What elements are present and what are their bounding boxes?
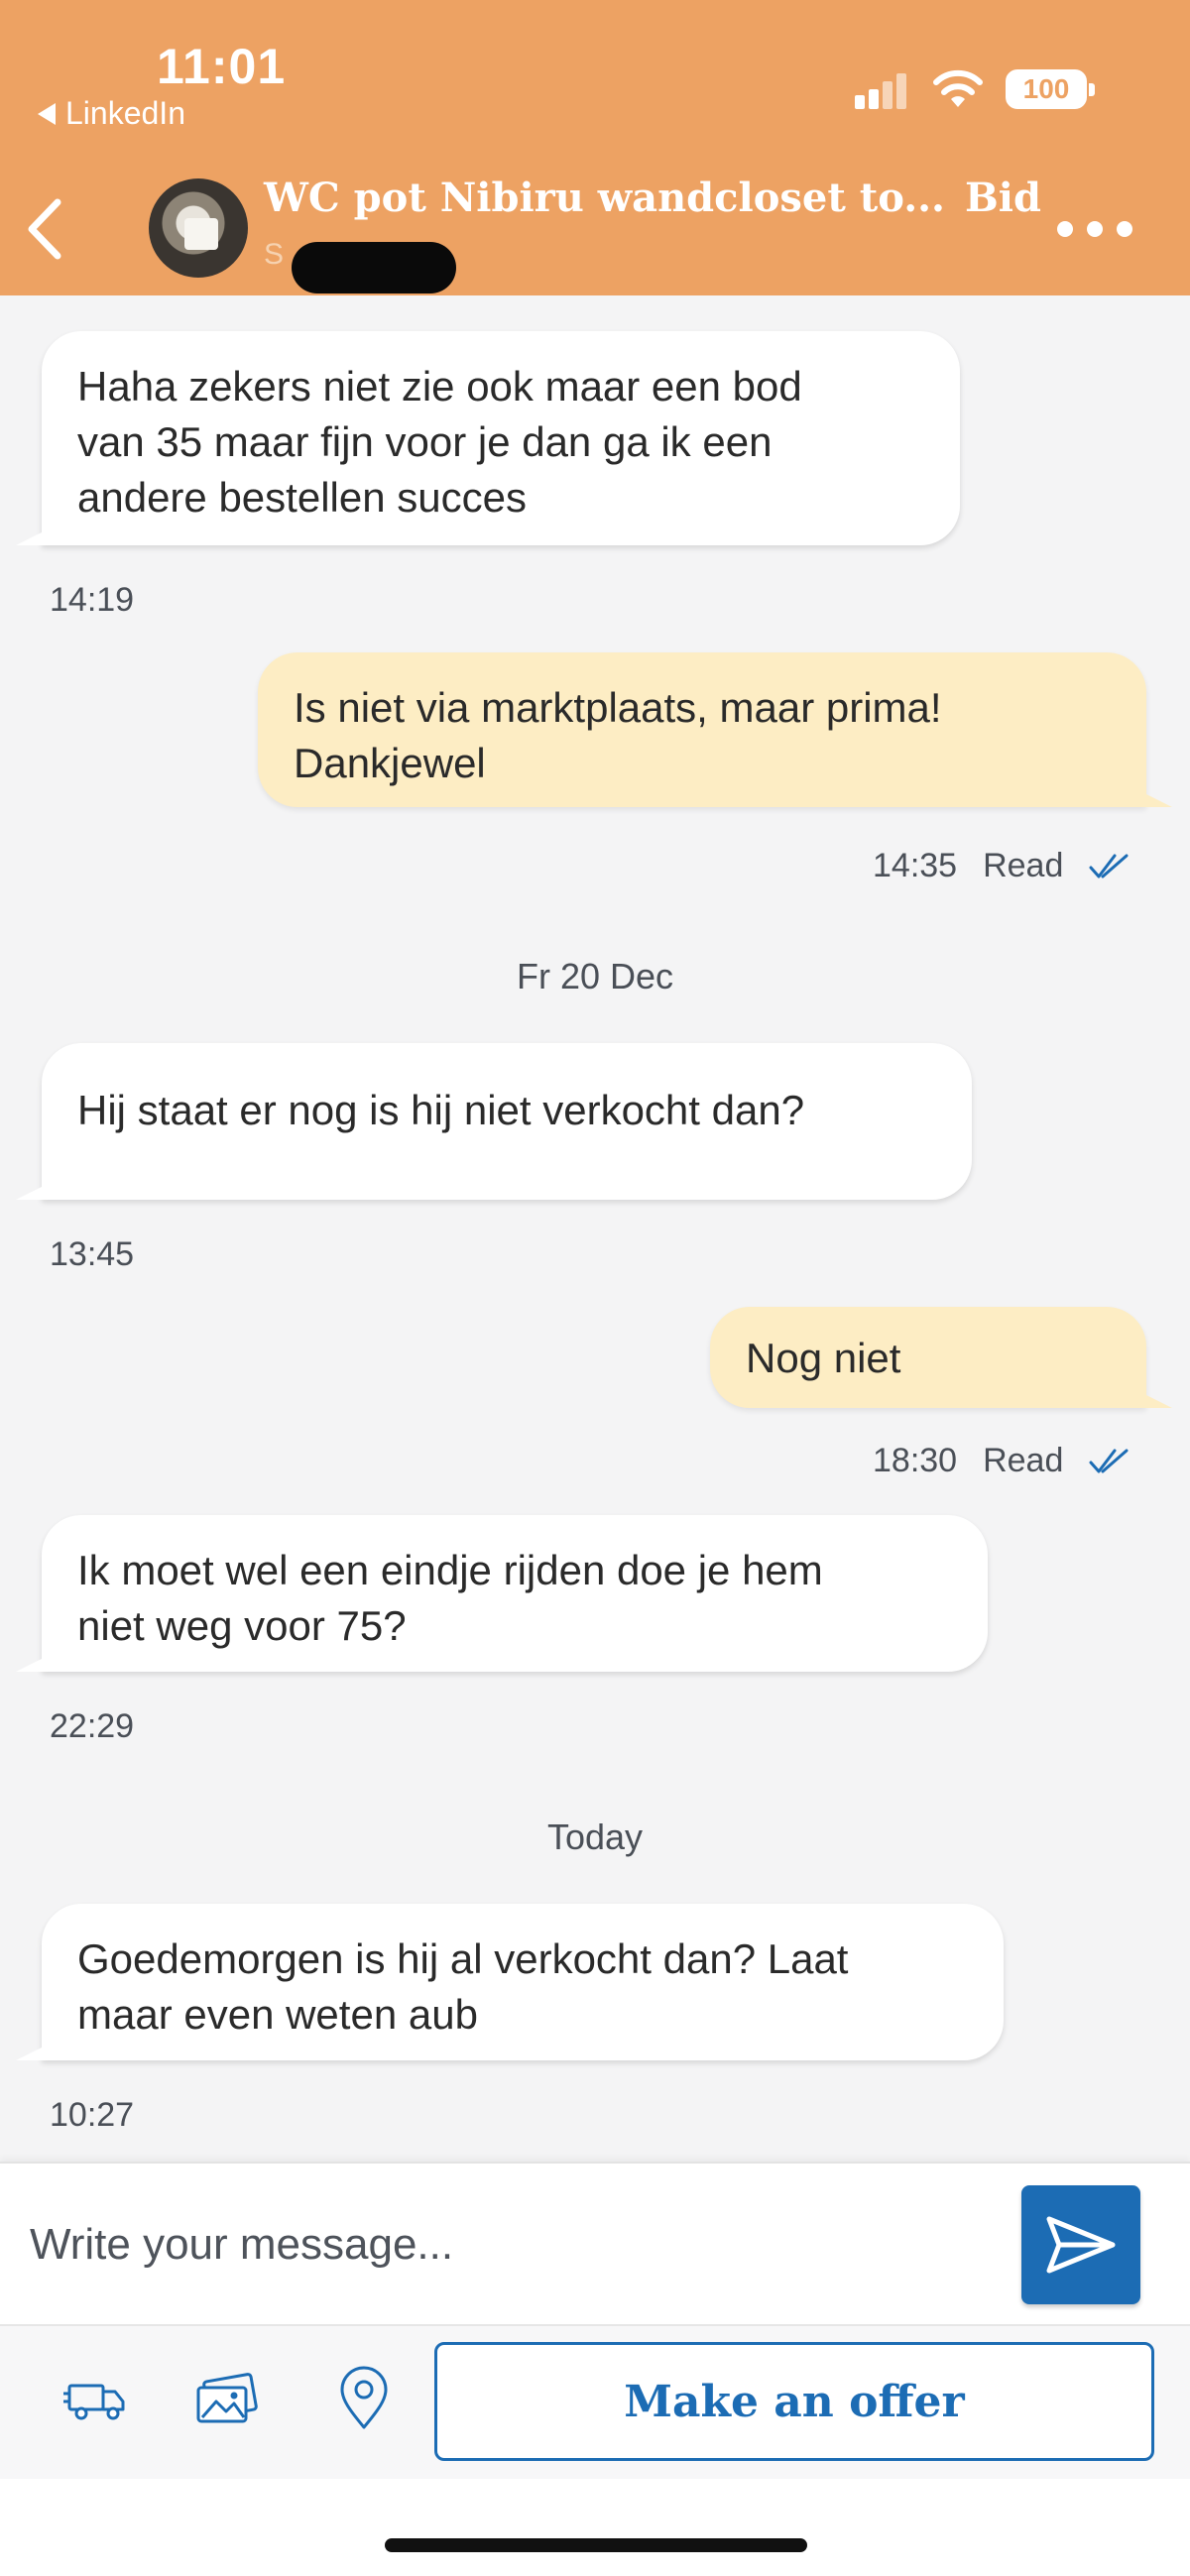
incoming-message[interactable]: Hij staat er nog is hij niet verkocht da… bbox=[42, 1043, 972, 1200]
listing-avatar[interactable] bbox=[149, 178, 248, 278]
date-separator: Today bbox=[546, 1816, 644, 1857]
message-time: 10:27 bbox=[50, 2096, 135, 2134]
read-status: Read bbox=[983, 1442, 1064, 1479]
incoming-message[interactable]: Haha zekers niet zie ook maar een bod va… bbox=[42, 331, 960, 545]
double-check-icon bbox=[1089, 1449, 1129, 1472]
message-meta: 14:35 Read bbox=[873, 847, 1129, 885]
message-list[interactable]: Haha zekers niet zie ook maar een bod va… bbox=[0, 295, 1190, 2162]
home-indicator[interactable] bbox=[385, 2538, 807, 2552]
message-text: Haha zekers niet zie ook maar een bod va… bbox=[77, 363, 802, 521]
image-gallery-icon[interactable] bbox=[192, 2364, 262, 2433]
incoming-message[interactable]: Goedemorgen is hij al verkocht dan? Laat… bbox=[42, 1904, 1004, 2060]
message-time: 18:30 bbox=[873, 1442, 958, 1479]
seller-name: S bbox=[264, 238, 285, 271]
signal-icon bbox=[855, 73, 908, 109]
message-time: 13:45 bbox=[50, 1235, 135, 1273]
message-text: Is niet via marktplaats, maar prima! Dan… bbox=[294, 684, 942, 786]
chat-header: 11:01 LinkedIn 100 WC pot Nibiru wandclo… bbox=[0, 0, 1190, 295]
message-text: Goedemorgen is hij al verkocht dan? Laat… bbox=[77, 1935, 849, 2038]
incoming-message[interactable]: Ik moet wel een eindje rijden doe je hem… bbox=[42, 1515, 988, 1672]
chat-title[interactable]: WC pot Nibiru wandcloset to... Bid bbox=[264, 175, 1041, 221]
location-pin-icon[interactable] bbox=[329, 2364, 399, 2433]
message-meta: 18:30 Read bbox=[873, 1442, 1129, 1480]
battery-icon: 100 bbox=[1006, 69, 1095, 109]
message-text: Nog niet bbox=[746, 1335, 901, 1381]
message-time: 14:35 bbox=[873, 847, 958, 884]
back-triangle-icon bbox=[38, 102, 56, 125]
outgoing-message[interactable]: Nog niet bbox=[710, 1307, 1146, 1408]
message-time: 14:19 bbox=[50, 581, 135, 619]
chevron-left-icon[interactable] bbox=[20, 194, 69, 264]
delivery-truck-icon[interactable] bbox=[61, 2364, 131, 2433]
listing-title: WC pot Nibiru wandcloset to... bbox=[264, 175, 945, 221]
message-text: Ik moet wel een eindje rijden doe je hem… bbox=[77, 1547, 823, 1649]
bottom-safe-area bbox=[0, 2479, 1190, 2576]
read-status: Read bbox=[983, 847, 1064, 884]
wifi-icon bbox=[933, 69, 983, 107]
status-back-link[interactable]: LinkedIn bbox=[38, 95, 185, 132]
double-check-icon bbox=[1089, 854, 1129, 878]
date-separator: Fr 20 Dec bbox=[516, 956, 674, 996]
send-button[interactable] bbox=[1021, 2185, 1140, 2304]
message-text: Hij staat er nog is hij niet verkocht da… bbox=[77, 1087, 805, 1133]
more-dots-icon[interactable] bbox=[1057, 216, 1132, 242]
listing-title-suffix: Bid bbox=[964, 175, 1041, 221]
outgoing-message[interactable]: Is niet via marktplaats, maar prima! Dan… bbox=[258, 652, 1146, 807]
action-toolbar: Make an offer bbox=[0, 2324, 1190, 2479]
status-back-label: LinkedIn bbox=[65, 95, 185, 131]
send-icon bbox=[1046, 2216, 1116, 2274]
status-time: 11:01 bbox=[157, 39, 287, 94]
redaction-mark bbox=[292, 242, 456, 293]
make-offer-button[interactable]: Make an offer bbox=[434, 2342, 1154, 2461]
message-time: 22:29 bbox=[50, 1707, 135, 1745]
message-input[interactable] bbox=[30, 2199, 982, 2290]
message-composer bbox=[0, 2162, 1190, 2324]
